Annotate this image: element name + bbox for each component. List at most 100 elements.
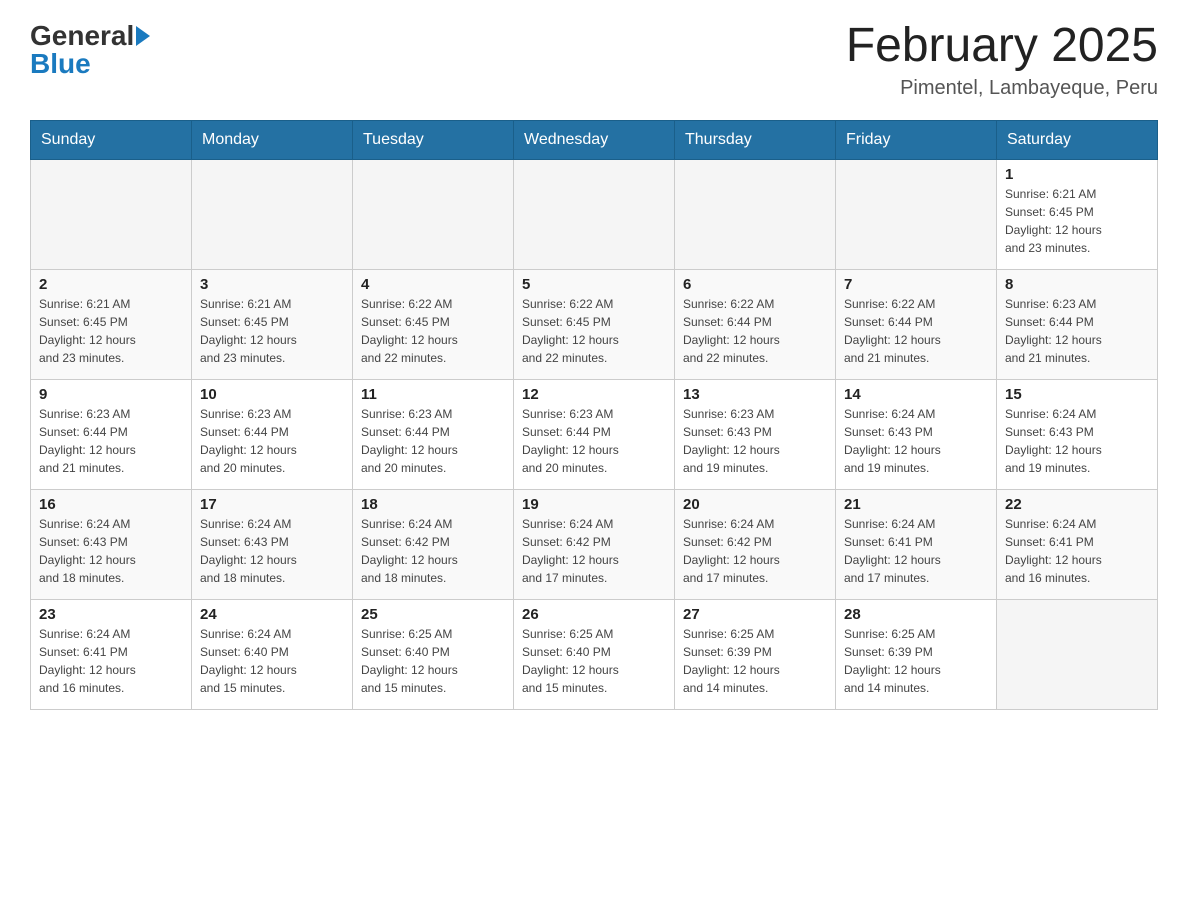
day-number: 10 [200, 386, 344, 403]
day-number: 22 [1005, 496, 1149, 513]
calendar-cell: 15 Sunrise: 6:24 AM Sunset: 6:43 PM Dayli… [997, 379, 1158, 489]
day-number: 23 [39, 606, 183, 623]
day-number: 15 [1005, 386, 1149, 403]
day-number: 17 [200, 496, 344, 513]
day-number: 28 [844, 606, 988, 623]
day-number: 27 [683, 606, 827, 623]
calendar-cell: 26 Sunrise: 6:25 AM Sunset: 6:40 PM Dayli… [514, 599, 675, 709]
day-info: Sunrise: 6:23 AM Sunset: 6:44 PM Dayligh… [39, 405, 183, 477]
day-number: 5 [522, 276, 666, 293]
calendar-header-row: SundayMondayTuesdayWednesdayThursdayFrid… [31, 120, 1158, 159]
day-of-week-header: Friday [836, 120, 997, 159]
calendar-cell: 6 Sunrise: 6:22 AM Sunset: 6:44 PM Daylig… [675, 269, 836, 379]
calendar-cell: 13 Sunrise: 6:23 AM Sunset: 6:43 PM Dayli… [675, 379, 836, 489]
day-info: Sunrise: 6:25 AM Sunset: 6:40 PM Dayligh… [361, 625, 505, 697]
day-of-week-header: Saturday [997, 120, 1158, 159]
day-number: 14 [844, 386, 988, 403]
calendar-cell: 27 Sunrise: 6:25 AM Sunset: 6:39 PM Dayli… [675, 599, 836, 709]
day-info: Sunrise: 6:25 AM Sunset: 6:39 PM Dayligh… [844, 625, 988, 697]
calendar-cell: 21 Sunrise: 6:24 AM Sunset: 6:41 PM Dayli… [836, 489, 997, 599]
day-info: Sunrise: 6:22 AM Sunset: 6:44 PM Dayligh… [683, 295, 827, 367]
day-number: 25 [361, 606, 505, 623]
logo: General Blue [30, 20, 150, 80]
calendar-cell: 17 Sunrise: 6:24 AM Sunset: 6:43 PM Dayli… [192, 489, 353, 599]
day-number: 18 [361, 496, 505, 513]
calendar-cell: 14 Sunrise: 6:24 AM Sunset: 6:43 PM Dayli… [836, 379, 997, 489]
calendar-cell: 24 Sunrise: 6:24 AM Sunset: 6:40 PM Dayli… [192, 599, 353, 709]
day-info: Sunrise: 6:24 AM Sunset: 6:41 PM Dayligh… [39, 625, 183, 697]
day-number: 2 [39, 276, 183, 293]
calendar-cell [675, 159, 836, 269]
calendar-cell: 22 Sunrise: 6:24 AM Sunset: 6:41 PM Dayli… [997, 489, 1158, 599]
day-number: 12 [522, 386, 666, 403]
day-number: 16 [39, 496, 183, 513]
day-info: Sunrise: 6:24 AM Sunset: 6:41 PM Dayligh… [844, 515, 988, 587]
day-number: 9 [39, 386, 183, 403]
day-of-week-header: Tuesday [353, 120, 514, 159]
calendar-week-row: 23 Sunrise: 6:24 AM Sunset: 6:41 PM Dayli… [31, 599, 1158, 709]
calendar-cell: 23 Sunrise: 6:24 AM Sunset: 6:41 PM Dayli… [31, 599, 192, 709]
logo-blue-text: Blue [30, 48, 91, 80]
calendar-cell: 25 Sunrise: 6:25 AM Sunset: 6:40 PM Dayli… [353, 599, 514, 709]
day-number: 8 [1005, 276, 1149, 293]
day-number: 19 [522, 496, 666, 513]
day-info: Sunrise: 6:22 AM Sunset: 6:45 PM Dayligh… [361, 295, 505, 367]
day-number: 20 [683, 496, 827, 513]
calendar-cell: 20 Sunrise: 6:24 AM Sunset: 6:42 PM Dayli… [675, 489, 836, 599]
day-number: 24 [200, 606, 344, 623]
calendar-cell [31, 159, 192, 269]
day-number: 21 [844, 496, 988, 513]
day-info: Sunrise: 6:24 AM Sunset: 6:43 PM Dayligh… [844, 405, 988, 477]
day-info: Sunrise: 6:25 AM Sunset: 6:39 PM Dayligh… [683, 625, 827, 697]
day-of-week-header: Wednesday [514, 120, 675, 159]
day-info: Sunrise: 6:24 AM Sunset: 6:43 PM Dayligh… [200, 515, 344, 587]
day-info: Sunrise: 6:22 AM Sunset: 6:44 PM Dayligh… [844, 295, 988, 367]
day-number: 26 [522, 606, 666, 623]
calendar-cell: 10 Sunrise: 6:23 AM Sunset: 6:44 PM Dayli… [192, 379, 353, 489]
day-number: 4 [361, 276, 505, 293]
calendar-week-row: 16 Sunrise: 6:24 AM Sunset: 6:43 PM Dayli… [31, 489, 1158, 599]
day-info: Sunrise: 6:24 AM Sunset: 6:41 PM Dayligh… [1005, 515, 1149, 587]
calendar-cell [353, 159, 514, 269]
day-of-week-header: Sunday [31, 120, 192, 159]
day-info: Sunrise: 6:23 AM Sunset: 6:44 PM Dayligh… [522, 405, 666, 477]
calendar-table: SundayMondayTuesdayWednesdayThursdayFrid… [30, 120, 1158, 710]
calendar-cell [514, 159, 675, 269]
calendar-cell: 7 Sunrise: 6:22 AM Sunset: 6:44 PM Daylig… [836, 269, 997, 379]
calendar-cell: 1Sunrise: 6:21 AM Sunset: 6:45 PM Daylig… [997, 159, 1158, 269]
calendar-cell: 28 Sunrise: 6:25 AM Sunset: 6:39 PM Dayli… [836, 599, 997, 709]
calendar-cell: 12 Sunrise: 6:23 AM Sunset: 6:44 PM Dayli… [514, 379, 675, 489]
day-info: Sunrise: 6:23 AM Sunset: 6:43 PM Dayligh… [683, 405, 827, 477]
day-number: 1 [1005, 166, 1149, 183]
day-info: Sunrise: 6:24 AM Sunset: 6:42 PM Dayligh… [683, 515, 827, 587]
calendar-cell: 4 Sunrise: 6:22 AM Sunset: 6:45 PM Daylig… [353, 269, 514, 379]
calendar-cell: 18 Sunrise: 6:24 AM Sunset: 6:42 PM Dayli… [353, 489, 514, 599]
day-info: Sunrise: 6:24 AM Sunset: 6:42 PM Dayligh… [361, 515, 505, 587]
day-info: Sunrise: 6:22 AM Sunset: 6:45 PM Dayligh… [522, 295, 666, 367]
day-info: Sunrise: 6:24 AM Sunset: 6:40 PM Dayligh… [200, 625, 344, 697]
calendar-cell: 5 Sunrise: 6:22 AM Sunset: 6:45 PM Daylig… [514, 269, 675, 379]
calendar-cell [997, 599, 1158, 709]
calendar-cell: 2 Sunrise: 6:21 AM Sunset: 6:45 PM Daylig… [31, 269, 192, 379]
calendar-week-row: 1Sunrise: 6:21 AM Sunset: 6:45 PM Daylig… [31, 159, 1158, 269]
day-number: 6 [683, 276, 827, 293]
page-header: General Blue February 2025 Pimentel, Lam… [30, 20, 1158, 100]
day-of-week-header: Thursday [675, 120, 836, 159]
calendar-cell: 9 Sunrise: 6:23 AM Sunset: 6:44 PM Daylig… [31, 379, 192, 489]
day-info: Sunrise: 6:24 AM Sunset: 6:42 PM Dayligh… [522, 515, 666, 587]
day-info: Sunrise: 6:23 AM Sunset: 6:44 PM Dayligh… [200, 405, 344, 477]
day-info: Sunrise: 6:24 AM Sunset: 6:43 PM Dayligh… [1005, 405, 1149, 477]
day-number: 11 [361, 386, 505, 403]
day-info: Sunrise: 6:21 AM Sunset: 6:45 PM Dayligh… [39, 295, 183, 367]
month-title: February 2025 [846, 20, 1158, 73]
day-info: Sunrise: 6:23 AM Sunset: 6:44 PM Dayligh… [361, 405, 505, 477]
calendar-cell [192, 159, 353, 269]
calendar-cell: 11 Sunrise: 6:23 AM Sunset: 6:44 PM Dayli… [353, 379, 514, 489]
calendar-week-row: 2 Sunrise: 6:21 AM Sunset: 6:45 PM Daylig… [31, 269, 1158, 379]
day-number: 13 [683, 386, 827, 403]
day-number: 7 [844, 276, 988, 293]
calendar-cell: 16Sunrise: 6:24 AM Sunset: 6:43 PM Dayli… [31, 489, 192, 599]
day-info: Sunrise: 6:25 AM Sunset: 6:40 PM Dayligh… [522, 625, 666, 697]
day-info: Sunrise: 6:23 AM Sunset: 6:44 PM Dayligh… [1005, 295, 1149, 367]
calendar-week-row: 9 Sunrise: 6:23 AM Sunset: 6:44 PM Daylig… [31, 379, 1158, 489]
